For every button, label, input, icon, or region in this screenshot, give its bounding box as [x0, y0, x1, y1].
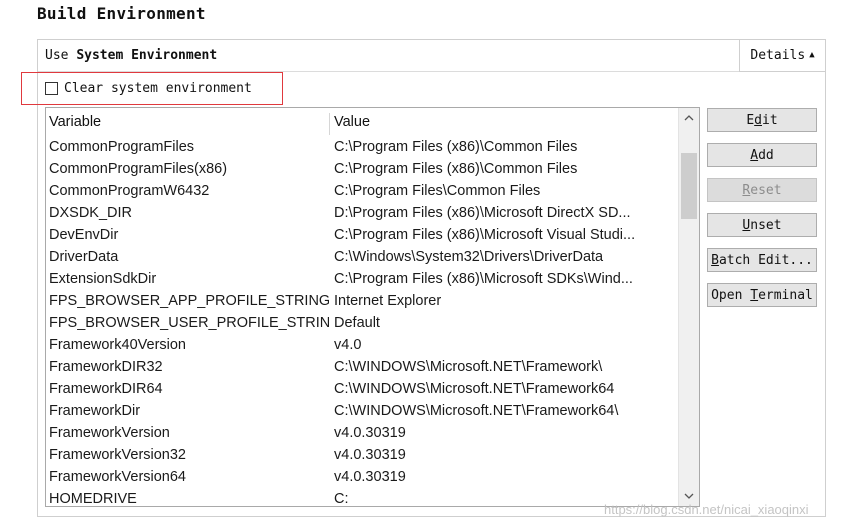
- table-row[interactable]: FrameworkDIR64 C:\WINDOWS\Microsoft.NET\F…: [46, 378, 678, 400]
- table-row[interactable]: FrameworkVersion64 v4.0.30319: [46, 466, 678, 488]
- variable-name-cell: FrameworkDIR64: [49, 381, 163, 397]
- column-header-variable[interactable]: Variable: [49, 111, 329, 133]
- table-row[interactable]: DevEnvDir C:\Program Files (x86)\Microsof…: [46, 224, 678, 246]
- unset-button[interactable]: Unset: [707, 213, 817, 237]
- table-row[interactable]: FrameworkDIR32 C:\WINDOWS\Microsoft.NET\F…: [46, 356, 678, 378]
- table-row[interactable]: CommonProgramW6432 C:\Program Files\Commo…: [46, 180, 678, 202]
- clear-system-environment-label: Clear system environment: [64, 81, 252, 96]
- clear-system-environment-checkbox[interactable]: [45, 82, 58, 95]
- variable-name-cell: FPS_BROWSER_USER_PROFILE_STRING: [49, 315, 329, 331]
- variable-value-cell: C:\Program Files (x86)\Microsoft Visual …: [334, 227, 636, 243]
- variable-value-cell: Internet Explorer: [334, 293, 442, 309]
- table-row[interactable]: CommonProgramFiles(x86) C:\Program Files …: [46, 158, 678, 180]
- edit-button[interactable]: Ed it: [707, 108, 817, 132]
- variable-value-cell: C:\WINDOWS\Microsoft.NET\Framework\: [334, 359, 603, 375]
- table-row[interactable]: DXSDK_DIR D:\Program Files (x86)\Microsof…: [46, 202, 678, 224]
- use-system-environment-bold: System Environment: [76, 48, 218, 63]
- variable-value-cell: v4.0.30319: [334, 425, 406, 441]
- use-prefix: Use: [45, 48, 77, 63]
- variable-value-cell: C:\Program Files\Common Files: [334, 183, 541, 199]
- scroll-up-arrow-icon[interactable]: [679, 108, 699, 128]
- variable-name-cell: CommonProgramFiles(x86): [49, 161, 228, 177]
- column-header-value[interactable]: Value: [334, 111, 674, 133]
- add-button[interactable]: Add: [707, 143, 817, 167]
- reset-button[interactable]: Reset: [707, 178, 817, 202]
- table-row[interactable]: FPS_BROWSER_APP_PROFILE_STRING Internet E…: [46, 290, 678, 312]
- variable-name-cell: FrameworkVersion32: [49, 447, 186, 463]
- variable-name-cell: FrameworkDIR32: [49, 359, 163, 375]
- section-title: Build Environment: [37, 4, 206, 23]
- details-button[interactable]: Details ▲: [739, 39, 826, 72]
- variable-name-cell: CommonProgramFiles: [49, 139, 195, 155]
- variable-value-cell: C:\WINDOWS\Microsoft.NET\Framework64\: [334, 403, 619, 419]
- clear-system-environment-option[interactable]: Clear system environment: [45, 81, 252, 96]
- caret-up-icon: ▲: [809, 50, 815, 60]
- table-row[interactable]: ExtensionSdkDir C:\Program Files (x86)\Mi…: [46, 268, 678, 290]
- variable-name-cell: CommonProgramW6432: [49, 183, 210, 199]
- environment-variables-table[interactable]: Variable Value CommonProgramFiles C:\Prog…: [45, 107, 700, 507]
- open-terminal-button[interactable]: Open Terminal: [707, 283, 817, 307]
- batch-edit-button[interactable]: Batch Edit...: [707, 248, 817, 272]
- use-system-environment-label: Use System Environment: [45, 48, 217, 63]
- variable-value-cell: D:\Program Files (x86)\Microsoft DirectX…: [334, 205, 631, 221]
- table-row[interactable]: FrameworkVersion v4.0.30319: [46, 422, 678, 444]
- watermark: https://blog.csdn.net/nicai_xiaoqinxi: [604, 502, 809, 517]
- variable-name-cell: HOMEDRIVE: [49, 491, 137, 507]
- environment-header: Use System Environment: [38, 40, 825, 72]
- variable-name-cell: ExtensionSdkDir: [49, 271, 157, 287]
- table-row[interactable]: Framework40Version v4.0: [46, 334, 678, 356]
- variable-value-cell: C:\Windows\System32\Drivers\DriverData: [334, 249, 604, 265]
- table-row[interactable]: CommonProgramFiles C:\Program Files (x86)…: [46, 136, 678, 158]
- variable-value-cell: v4.0.30319: [334, 469, 406, 485]
- variable-value-cell: C:\Program Files (x86)\Common Files: [334, 161, 578, 177]
- variable-name-cell: DXSDK_DIR: [49, 205, 132, 221]
- table-row[interactable]: DriverData C:\Windows\System32\Drivers\Dr…: [46, 246, 678, 268]
- variable-name-cell: FrameworkVersion: [49, 425, 170, 441]
- variable-name-cell: DevEnvDir: [49, 227, 119, 243]
- table-header: Variable Value: [46, 111, 678, 135]
- variable-value-cell: C:\Program Files (x86)\Microsoft SDKs\Wi…: [334, 271, 633, 287]
- variable-value-cell: C:\WINDOWS\Microsoft.NET\Framework64: [334, 381, 615, 397]
- table-row[interactable]: FrameworkDir C:\WINDOWS\Microsoft.NET\Fra…: [46, 400, 678, 422]
- vertical-scrollbar[interactable]: [678, 108, 699, 506]
- table-row[interactable]: FrameworkVersion32 v4.0.30319: [46, 444, 678, 466]
- variable-name-cell: FrameworkVersion64: [49, 469, 186, 485]
- variable-value-cell: Default: [334, 315, 380, 331]
- details-label: Details: [750, 48, 806, 63]
- column-divider[interactable]: [329, 113, 330, 135]
- table-row[interactable]: FPS_BROWSER_USER_PROFILE_STRING Default: [46, 312, 678, 334]
- variable-value-cell: v4.0: [334, 337, 362, 353]
- variable-value-cell: C:\Program Files (x86)\Common Files: [334, 139, 578, 155]
- variable-value-cell: v4.0.30319: [334, 447, 406, 463]
- table-row[interactable]: HOMEDRIVE C:: [46, 488, 678, 507]
- variable-name-cell: DriverData: [49, 249, 119, 265]
- variable-name-cell: FrameworkDir: [49, 403, 141, 419]
- scroll-thumb[interactable]: [681, 153, 697, 219]
- variable-name-cell: FPS_BROWSER_APP_PROFILE_STRING: [49, 293, 329, 309]
- variable-name-cell: Framework40Version: [49, 337, 186, 353]
